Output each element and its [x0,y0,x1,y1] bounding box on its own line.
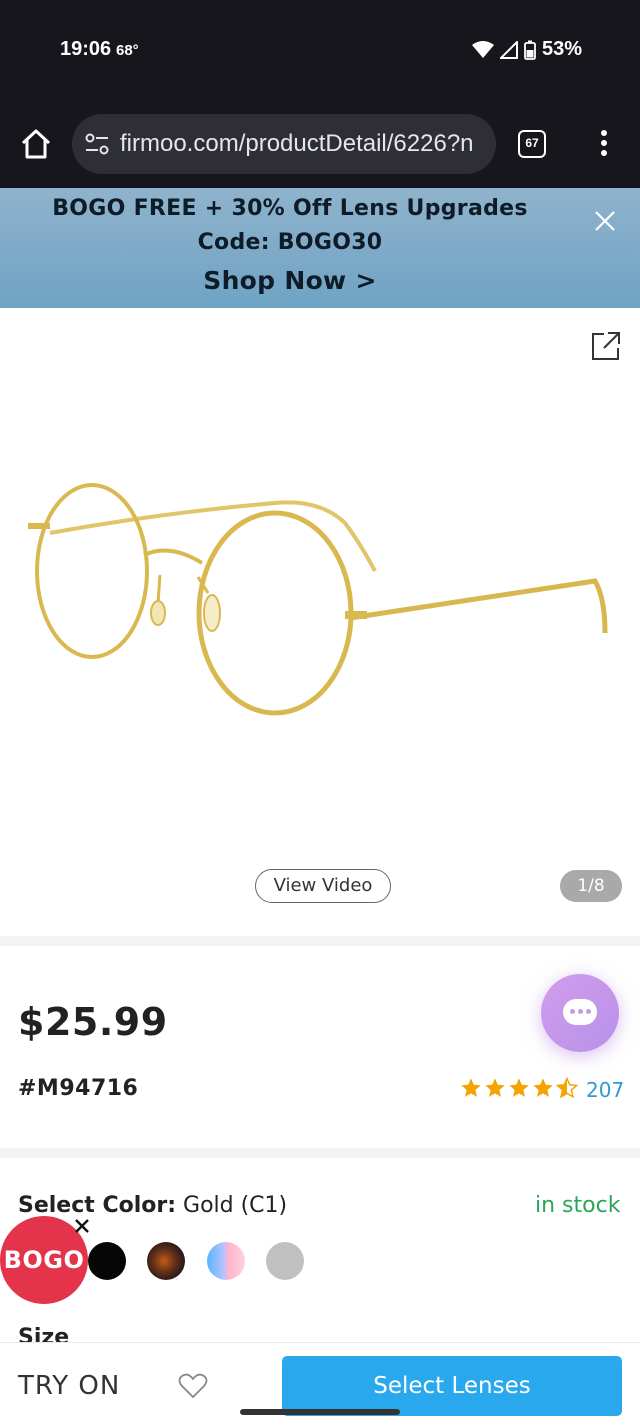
chat-button[interactable] [541,974,619,1052]
battery-percent: 53% [541,38,582,60]
status-icons: 53% [471,38,582,61]
product-sku: #M94716 [18,1076,139,1101]
half-star-icon [556,1077,578,1099]
color-selector-label: Select Color: Gold (C1) [18,1193,287,1218]
close-icon[interactable] [592,208,618,234]
status-bar: 19:06 68° 53% [0,0,640,100]
star-icon [533,1078,553,1097]
close-icon[interactable] [74,1218,90,1234]
star-icon [509,1078,529,1097]
try-on-button[interactable]: TRY ON [18,1371,120,1401]
wifi-icon [471,40,494,58]
gesture-home-indicator[interactable] [240,1409,400,1415]
overflow-menu-icon[interactable] [596,130,612,160]
tab-switcher-button[interactable]: 67 [518,130,546,158]
signal-icon [499,40,518,59]
color-swatch-blue-pink[interactable] [207,1242,245,1280]
select-lenses-button[interactable]: Select Lenses [282,1356,622,1416]
section-divider [0,1148,640,1158]
star-icon [485,1078,505,1097]
address-bar[interactable]: firmoo.com/productDetail/6226?n [72,114,496,174]
site-settings-icon[interactable] [84,132,110,156]
color-label-prefix: Select Color: [18,1193,177,1218]
chat-icon [563,999,597,1025]
status-temperature: 68° [116,42,139,59]
home-icon[interactable] [18,126,54,162]
promo-banner[interactable]: BOGO FREE + 30% Off Lens Upgrades Code: … [0,188,640,308]
color-swatch-black[interactable] [88,1242,126,1280]
color-swatch-tortoise[interactable] [147,1242,185,1280]
promo-headline: BOGO FREE + 30% Off Lens Upgrades [52,196,528,221]
view-video-button[interactable]: View Video [255,869,391,903]
promo-code: Code: BOGO30 [197,230,383,255]
product-image-glasses [28,483,608,716]
product-gallery[interactable]: View Video 1/8 [0,308,640,936]
share-icon[interactable] [590,330,622,362]
color-swatch-grey[interactable] [266,1242,304,1280]
bottom-action-bar: TRY ON Select Lenses [0,1342,640,1428]
review-count-link[interactable]: 207 [586,1078,624,1102]
battery-icon [524,40,536,60]
section-divider [0,936,640,946]
url-text: firmoo.com/productDetail/6226?n [120,130,474,157]
rating-stars[interactable] [460,1077,578,1099]
browser-toolbar: firmoo.com/productDetail/6226?n 67 [0,100,640,188]
promo-shop-now-link[interactable]: Shop Now > [0,266,580,295]
size-label: Size [18,1325,70,1343]
selected-color: Gold (C1) [183,1193,288,1218]
stock-status: in stock [535,1193,621,1218]
heart-icon[interactable] [178,1371,208,1401]
image-pager: 1/8 [560,870,622,902]
status-time: 19:06 [60,38,112,60]
product-price: $25.99 [18,1000,168,1044]
star-icon [461,1078,481,1097]
